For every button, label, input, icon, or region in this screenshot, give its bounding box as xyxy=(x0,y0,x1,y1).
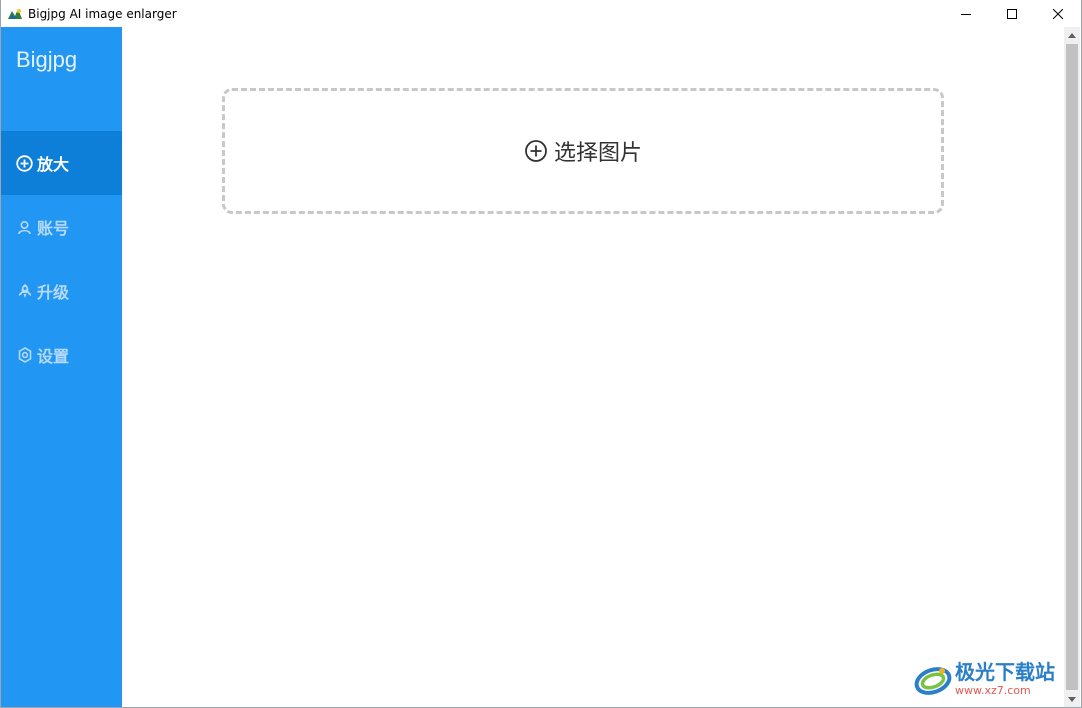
user-icon xyxy=(16,219,33,236)
sidebar-item-settings[interactable]: 设置 xyxy=(1,323,122,387)
close-icon xyxy=(1053,8,1063,19)
brand-title: Bigjpg xyxy=(16,47,78,72)
scroll-thumb[interactable] xyxy=(1066,44,1078,690)
window-controls xyxy=(943,0,1081,27)
watermark-logo-icon xyxy=(914,667,952,695)
app-window: Bigjpg AI image enlarger Bigjpg 放大 账号 升级… xyxy=(0,0,1082,708)
sidebar-nav: 放大 账号 升级 设置 xyxy=(1,131,122,387)
sidebar-item-enlarge[interactable]: 放大 xyxy=(1,131,122,195)
minimize-icon xyxy=(961,13,971,15)
watermark-text: 极光下载站 www.xz7.com xyxy=(955,662,1055,696)
rocket-icon xyxy=(16,283,33,300)
select-image-dropzone[interactable]: 选择图片 xyxy=(222,88,944,214)
sidebar-item-label: 设置 xyxy=(37,347,70,366)
minimize-button[interactable] xyxy=(943,0,989,27)
sidebar-item-label: 升级 xyxy=(37,283,70,302)
close-button[interactable] xyxy=(1035,0,1081,27)
gear-icon xyxy=(16,347,33,364)
title-bar[interactable]: Bigjpg AI image enlarger xyxy=(1,0,1081,27)
sidebar-item-label: 账号 xyxy=(37,219,70,238)
main-content: 选择图片 xyxy=(122,27,1065,707)
maximize-button[interactable] xyxy=(989,0,1035,27)
arrow-up-icon xyxy=(1068,32,1076,38)
plus-circle-icon xyxy=(16,154,33,172)
plus-circle-icon xyxy=(524,139,548,163)
site-watermark: 极光下载站 www.xz7.com xyxy=(913,657,1073,701)
sidebar: Bigjpg 放大 账号 升级 设置 xyxy=(1,27,122,707)
app-logo-icon xyxy=(7,5,23,22)
watermark-url: www.xz7.com xyxy=(955,684,1031,697)
vertical-scrollbar[interactable] xyxy=(1064,27,1080,707)
watermark-name: 极光下载站 xyxy=(955,660,1055,684)
window-title: Bigjpg AI image enlarger xyxy=(28,6,177,21)
sidebar-item-upgrade[interactable]: 升级 xyxy=(1,259,122,323)
dropzone-content: 选择图片 xyxy=(524,135,642,167)
dropzone-label: 选择图片 xyxy=(553,141,642,166)
maximize-icon xyxy=(1007,8,1017,19)
sidebar-item-account[interactable]: 账号 xyxy=(1,195,122,259)
scroll-up-button[interactable] xyxy=(1064,27,1080,43)
sidebar-item-label: 放大 xyxy=(37,155,70,174)
